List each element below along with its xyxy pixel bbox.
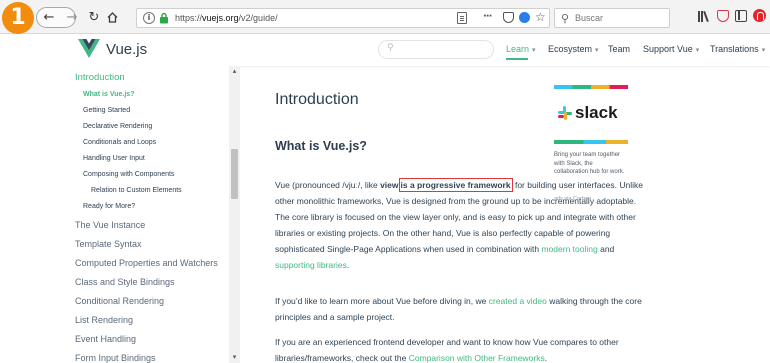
- site-search-box[interactable]: ⚲: [378, 40, 494, 59]
- sidebar-item-conditionals-loops[interactable]: Conditionals and Loops: [83, 139, 156, 146]
- sidebar-item-template-syntax[interactable]: Template Syntax: [75, 239, 142, 249]
- highlighted-phrase: is a progressive framework: [398, 178, 513, 192]
- link-supporting-libraries[interactable]: supporting libraries: [275, 260, 347, 270]
- paragraph-text: Vue (pronounced /vjuː/, like: [275, 180, 381, 190]
- sidebar-item-vue-instance[interactable]: The Vue Instance: [75, 220, 145, 230]
- sidebar-item-list-rendering[interactable]: List Rendering: [75, 315, 133, 325]
- scrollbar-thumb[interactable]: [231, 149, 238, 199]
- intro-paragraph: Vue (pronounced /vjuː/, like view is a pr…: [275, 177, 645, 273]
- paragraph-text: .: [346, 260, 350, 270]
- link-created-video[interactable]: created a video: [489, 296, 547, 306]
- nav-label: Team: [608, 44, 631, 54]
- sidebar-item-computed-properties[interactable]: Computed Properties and Watchers: [75, 258, 218, 268]
- bookmark-star-icon[interactable]: ☆: [535, 10, 546, 24]
- reload-button[interactable]: ↻: [84, 8, 104, 27]
- sidebar-item-event-handling[interactable]: Event Handling: [75, 334, 136, 344]
- forward-button[interactable]: →: [62, 8, 82, 27]
- chevron-down-icon: ▾: [695, 47, 700, 54]
- addon-icon[interactable]: [753, 9, 766, 22]
- url-prefix: https://: [175, 13, 203, 23]
- page-actions-icon[interactable]: ···: [483, 11, 492, 22]
- comparison-paragraph: If you are an experienced frontend devel…: [275, 334, 645, 363]
- sidebar-item-getting-started[interactable]: Getting Started: [83, 107, 130, 114]
- home-icon: [107, 12, 117, 23]
- sidebar-scrollbar[interactable]: ▴ ▾: [229, 66, 240, 363]
- arrow-right-icon: →: [66, 10, 78, 25]
- nav-label: Translations: [710, 44, 759, 54]
- link-modern-tooling[interactable]: modern tooling: [542, 244, 598, 254]
- chevron-down-icon: ▾: [595, 47, 599, 54]
- sidebar-toggle-icon[interactable]: [735, 10, 747, 22]
- sidebar-item-class-style-bindings[interactable]: Class and Style Bindings: [75, 277, 175, 287]
- browser-toolbar: 1 ← → ↻ i https://vuejs.org/v2/guide/ ··…: [0, 0, 770, 34]
- nav-label: Ecosystem: [548, 44, 593, 54]
- lock-icon: [160, 12, 168, 24]
- site-header: Vue.js ⚲ Learn ▾ Ecosystem ▾ Team Support …: [0, 34, 770, 66]
- pocket-toolbar-icon[interactable]: [717, 10, 729, 22]
- extension-icon[interactable]: [519, 12, 530, 23]
- info-icon[interactable]: i: [143, 12, 155, 24]
- sidebar-item-introduction[interactable]: Introduction: [75, 72, 125, 83]
- browser-search-box[interactable]: ⚲: [554, 8, 670, 28]
- paragraph-text: If you’d like to learn more about Vue be…: [275, 296, 489, 306]
- ad-logo-text: slack: [575, 103, 618, 122]
- vue-logo-icon[interactable]: [78, 39, 100, 59]
- ad-text[interactable]: Bring your team together with Slack, the…: [554, 151, 628, 177]
- guide-sidebar: Introduction What is Vue.js? Getting Sta…: [0, 66, 240, 363]
- scroll-up-icon[interactable]: ▴: [229, 67, 240, 76]
- search-icon: ⚲: [387, 43, 394, 53]
- step-number-badge: 1: [2, 2, 34, 34]
- ad-color-bar: [554, 140, 628, 144]
- section-title: What is Vue.js?: [275, 139, 367, 153]
- sidebar-item-form-input-bindings[interactable]: Form Input Bindings: [75, 353, 156, 363]
- url-path: /v2/guide/: [238, 13, 278, 23]
- slack-hash-icon: [558, 106, 572, 120]
- sidebar-item-composing-components[interactable]: Composing with Components: [83, 171, 174, 178]
- sidebar-item-what-is-vue[interactable]: What is Vue.js?: [83, 91, 134, 98]
- browser-search-input[interactable]: [575, 11, 665, 25]
- reload-icon: ↻: [88, 10, 100, 25]
- sidebar-item-handling-input[interactable]: Handling User Input: [83, 155, 145, 162]
- arrow-left-icon: ←: [43, 10, 55, 25]
- sidebar-item-declarative-rendering[interactable]: Declarative Rendering: [83, 123, 152, 130]
- nav-support-vue[interactable]: Support Vue ▾: [643, 44, 699, 54]
- nav-translations[interactable]: Translations ▾: [710, 44, 765, 54]
- sidebar-item-conditional-rendering[interactable]: Conditional Rendering: [75, 296, 164, 306]
- ad-via-link[interactable]: ads via Carbon: [554, 196, 591, 202]
- nav-ecosystem[interactable]: Ecosystem ▾: [548, 44, 599, 54]
- ad-logo[interactable]: slack: [558, 103, 618, 123]
- site-search-input[interactable]: [399, 43, 489, 56]
- chevron-down-icon: ▾: [532, 47, 536, 54]
- page-title: Introduction: [275, 91, 359, 108]
- search-icon: ⚲: [561, 12, 570, 25]
- ad-color-bar: [554, 85, 628, 89]
- reader-view-icon[interactable]: [457, 12, 467, 24]
- library-icon[interactable]: [698, 10, 710, 22]
- link-comparison[interactable]: Comparison with Other Frameworks: [409, 353, 545, 363]
- nav-learn[interactable]: Learn ▾: [506, 44, 536, 60]
- url-text[interactable]: https://vuejs.org/v2/guide/: [175, 13, 278, 23]
- nav-label: Support Vue: [643, 44, 693, 54]
- brand-name[interactable]: Vue.js: [106, 41, 147, 58]
- paragraph-text: and: [597, 244, 615, 254]
- paragraph-text: .: [544, 353, 548, 363]
- highlight-text: is a progressive framework: [400, 180, 511, 190]
- scroll-down-icon[interactable]: ▾: [229, 353, 240, 362]
- strong-view: view: [380, 180, 399, 190]
- nav-team[interactable]: Team: [608, 44, 630, 54]
- main-content: Introduction What is Vue.js? Vue (pronou…: [240, 66, 770, 363]
- sidebar-item-ready-for-more[interactable]: Ready for More?: [83, 203, 135, 210]
- video-paragraph: If you’d like to learn more about Vue be…: [275, 293, 645, 325]
- pocket-icon[interactable]: [503, 12, 514, 23]
- address-bar[interactable]: i https://vuejs.org/v2/guide/ ··· ☆: [136, 8, 550, 28]
- chevron-down-icon: ▾: [761, 47, 766, 54]
- sidebar-item-custom-elements[interactable]: Relation to Custom Elements: [91, 187, 182, 194]
- nav-label: Learn: [506, 44, 530, 54]
- home-button[interactable]: [102, 8, 122, 27]
- back-button[interactable]: ←: [39, 8, 59, 27]
- url-domain: vuejs.org: [202, 13, 239, 23]
